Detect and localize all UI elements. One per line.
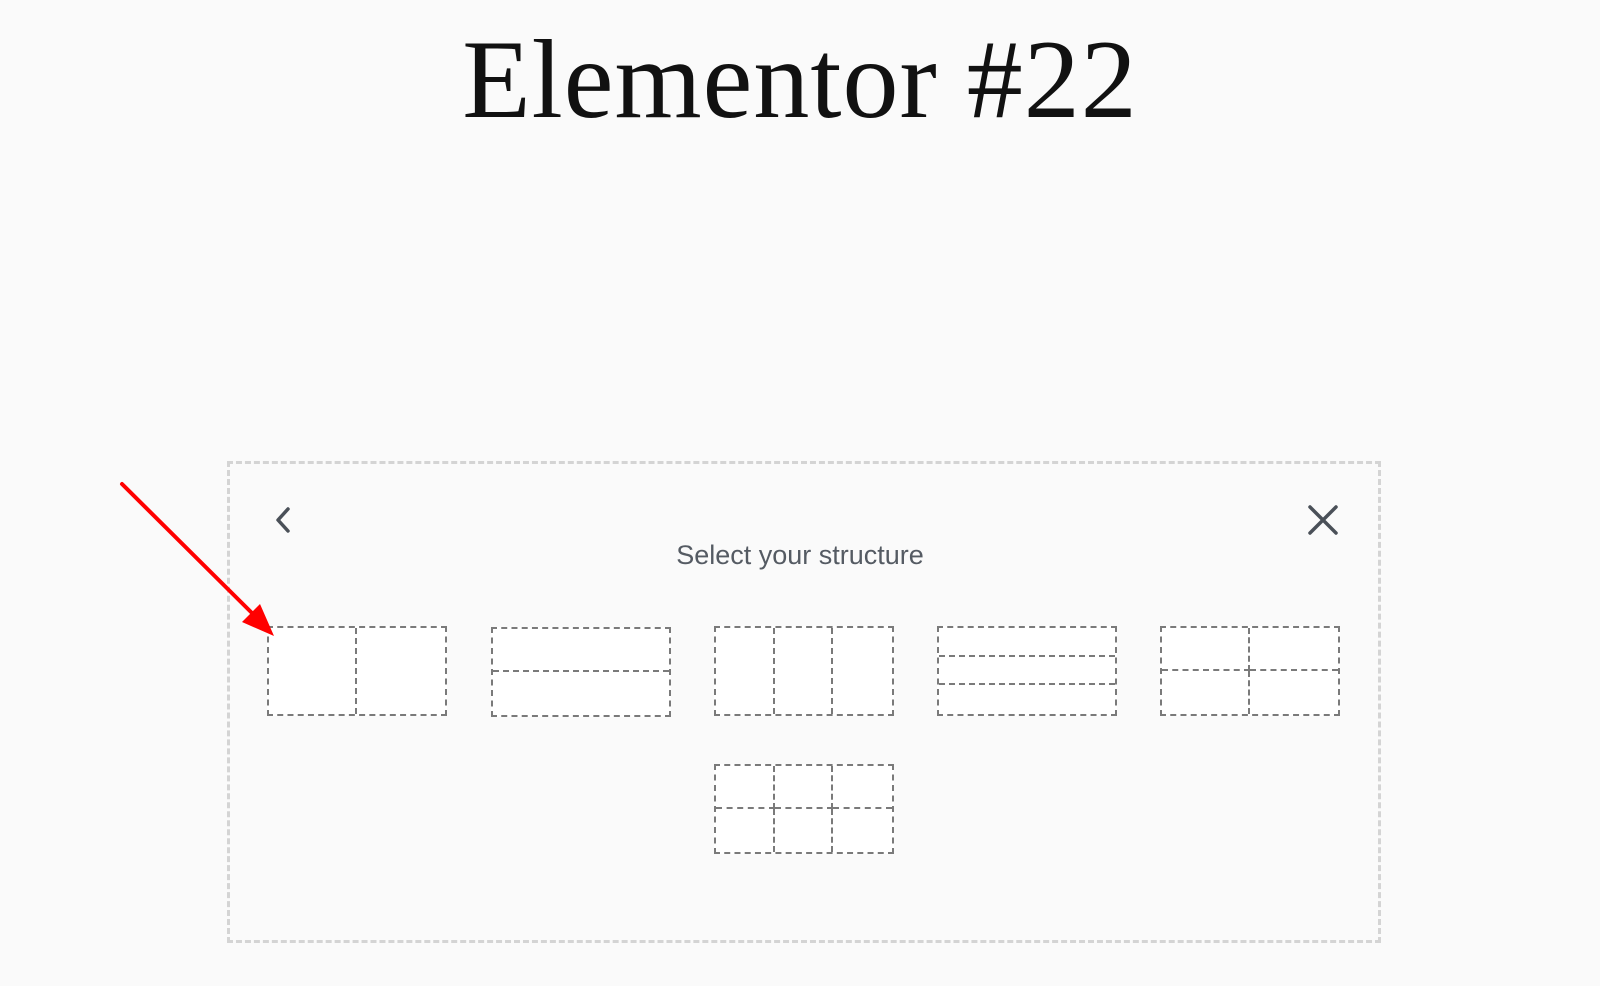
preset-cell bbox=[357, 628, 445, 714]
chevron-left-icon bbox=[276, 507, 290, 533]
preset-two-rows[interactable] bbox=[491, 627, 671, 717]
preset-three-rows[interactable] bbox=[937, 626, 1117, 716]
close-button[interactable] bbox=[1303, 500, 1343, 540]
preset-cell bbox=[939, 628, 1115, 657]
preset-three-columns[interactable] bbox=[714, 626, 894, 716]
preset-cell bbox=[774, 766, 834, 809]
preset-cell bbox=[716, 766, 775, 809]
preset-two-columns[interactable] bbox=[267, 626, 447, 716]
preset-cell bbox=[493, 672, 669, 715]
preset-cell bbox=[775, 628, 834, 714]
preset-cell bbox=[833, 628, 892, 714]
close-icon bbox=[1308, 505, 1338, 535]
preset-cell bbox=[716, 809, 775, 852]
preset-cell bbox=[939, 657, 1115, 686]
preset-cell bbox=[833, 766, 892, 809]
preset-cell bbox=[775, 809, 834, 852]
preset-two-by-two-grid[interactable] bbox=[1160, 626, 1340, 716]
preset-three-by-two-grid[interactable] bbox=[714, 764, 894, 854]
preset-cell bbox=[269, 628, 357, 714]
preset-cell bbox=[493, 629, 669, 672]
preset-cell bbox=[833, 809, 892, 852]
preset-cell bbox=[1162, 671, 1250, 714]
preset-cell bbox=[1250, 628, 1338, 671]
preset-cell bbox=[1250, 671, 1338, 714]
preset-cell bbox=[716, 628, 775, 714]
structure-heading: Select your structure bbox=[676, 540, 924, 570]
page-title: Elementor #22 bbox=[462, 18, 1138, 142]
preset-cell bbox=[1162, 628, 1250, 671]
preset-cell bbox=[939, 685, 1115, 714]
back-button[interactable] bbox=[263, 500, 303, 540]
